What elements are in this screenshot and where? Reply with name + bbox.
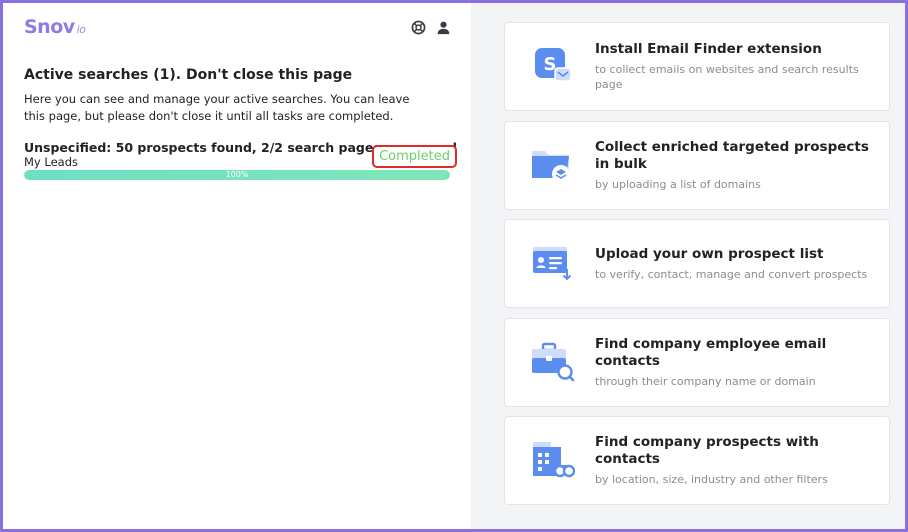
card-subtitle: through their company name or domain xyxy=(595,374,816,388)
card-text: Find company prospects with contacts by … xyxy=(595,434,873,487)
building-binoculars-icon xyxy=(529,438,576,484)
snovio-logo[interactable]: Snov io xyxy=(24,16,86,38)
upload-list-icon xyxy=(529,241,575,287)
card-text: Find company employee email contacts thr… xyxy=(595,336,873,389)
card-upload-list[interactable]: Upload your own prospect list to verify,… xyxy=(504,219,890,308)
progress-bar: 100% xyxy=(24,170,450,180)
page-title: Active searches (1). Don't close this pa… xyxy=(24,67,353,83)
card-title: Collect enriched targeted prospects in b… xyxy=(595,138,869,172)
list-name-link[interactable]: My Leads xyxy=(24,155,78,169)
search-row: My Leads Completed xyxy=(24,144,457,169)
card-text: Upload your own prospect list to verify,… xyxy=(595,246,873,282)
briefcase-search-icon xyxy=(529,339,575,385)
card-find-company-prospects[interactable]: Find company prospects with contacts by … xyxy=(504,416,890,505)
status-badge: Completed xyxy=(372,144,457,168)
top-bar: Snov io xyxy=(24,3,453,55)
card-collect-bulk[interactable]: Collect enriched targeted prospects in b… xyxy=(504,120,890,210)
card-title: Upload your own prospect list xyxy=(595,245,824,262)
card-subtitle: to verify, contact, manage and convert p… xyxy=(595,267,868,281)
folder-bulk-icon xyxy=(529,142,575,188)
card-install-extension[interactable]: S Install Email Finder extension to coll… xyxy=(504,22,890,111)
user-icon[interactable] xyxy=(436,20,451,35)
actions-pane: S Install Email Finder extension to coll… xyxy=(471,3,905,529)
card-find-employee-emails[interactable]: Find company employee email contacts thr… xyxy=(504,317,890,407)
card-title: Find company prospects with contacts xyxy=(595,434,819,467)
card-text: Collect enriched targeted prospects in b… xyxy=(595,139,873,192)
progress-label: 100% xyxy=(225,170,249,179)
active-searches-pane: Snov io Active searches (1). Don't close… xyxy=(3,3,471,529)
card-text: Install Email Finder extension to collec… xyxy=(595,41,873,92)
logo-suffix: io xyxy=(76,23,86,36)
support-icon[interactable] xyxy=(411,20,426,35)
extension-icon: S xyxy=(529,44,575,90)
card-subtitle: by location, size, industry and other fi… xyxy=(595,473,828,486)
logo-name: Snov xyxy=(24,16,75,38)
page-description: Here you can see and manage your active … xyxy=(24,92,410,123)
app-window: Snov io Active searches (1). Don't close… xyxy=(0,0,908,532)
card-title: Install Email Finder extension xyxy=(595,41,822,57)
card-title: Find company employee email contacts xyxy=(595,335,827,369)
header-actions xyxy=(411,20,451,35)
card-subtitle: to collect emails on websites and search… xyxy=(595,63,859,91)
card-subtitle: by uploading a list of domains xyxy=(595,177,761,191)
